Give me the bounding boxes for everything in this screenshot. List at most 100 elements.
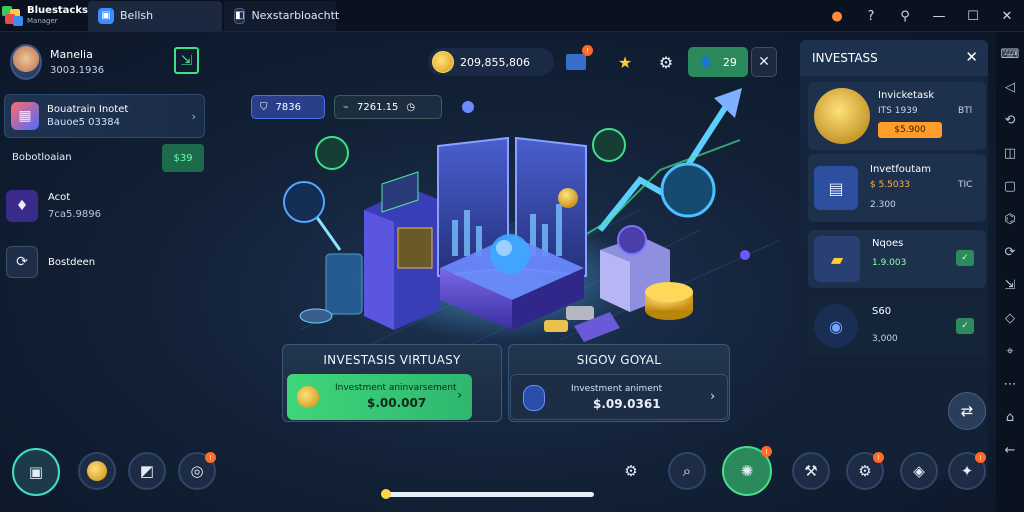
exit-icon[interactable]: ⇲ <box>174 47 199 74</box>
player-id: 3003.1936 <box>50 65 105 76</box>
stat-chip-2-value: 7261.15 <box>357 101 399 113</box>
invest-goyal-button[interactable]: Investment animent $.09.0361 › <box>510 374 728 420</box>
screenshot-icon[interactable]: ◫ <box>1004 143 1016 165</box>
list-item-bostdeen[interactable]: ⟳ Bostdeen <box>6 246 95 278</box>
chevron-right-icon: › <box>710 389 715 403</box>
stats-button[interactable]: ◩ <box>128 452 166 490</box>
panel-title: INVESTASS <box>812 51 878 65</box>
gear-icon[interactable]: ⚙ <box>652 48 680 76</box>
emulator-toolbar: ⌨ ◁ ⟲ ◫ ▢ ⌬ ⟳ ⇲ ◇ ⌖ ⋯ ⌂ ← <box>996 32 1024 512</box>
spark-button[interactable]: ✦! <box>948 452 986 490</box>
mail-icon[interactable]: ! <box>562 45 593 76</box>
section-badge[interactable]: $39 <box>162 144 204 172</box>
offer-card[interactable]: ▦ Bouatrain Inotet Bauoe5 03384 › <box>4 94 205 138</box>
media-icon[interactable]: ▢ <box>1004 176 1016 198</box>
macro-icon[interactable]: ⌬ <box>1004 209 1015 231</box>
sparkle-icon: ✦ <box>960 462 974 480</box>
offer-title: Bouatrain Inotet <box>47 104 129 115</box>
share-icon[interactable]: ⇄ <box>948 392 986 430</box>
gold-coin-icon <box>297 386 319 408</box>
offer-value: Bauoe5 03384 <box>47 117 120 128</box>
coin-balance[interactable]: 209,855,806 <box>428 48 554 76</box>
invest-button-value: $.00.007 <box>367 396 427 410</box>
notification-badge: ! <box>582 45 593 56</box>
cog-icon: ✺ <box>740 462 754 480</box>
missions-button[interactable]: ◎! <box>178 452 216 490</box>
notification-badge: ! <box>975 452 986 463</box>
location-icon[interactable]: ⌖ <box>1006 341 1013 363</box>
check-icon[interactable]: ✓ <box>956 318 974 334</box>
item-title: Invetfoutam <box>870 164 932 175</box>
rotate-icon[interactable]: ⟲ <box>1005 110 1016 132</box>
volume-icon[interactable]: ◁ <box>1005 77 1015 99</box>
clock-icon: ◷ <box>406 101 416 113</box>
check-icon[interactable]: ✓ <box>956 250 974 266</box>
list-item-value: 7ca5.9896 <box>48 209 101 220</box>
shield-icon: ⛉ <box>260 101 268 113</box>
target-icon: ◎ <box>190 462 204 480</box>
home-button[interactable]: ▣ <box>12 448 60 496</box>
item-sub: ITS 1939 <box>878 106 918 116</box>
invest-virtual-button[interactable]: Investment aninvarsement $.00.007 › <box>287 374 472 420</box>
user-icon: 👤 <box>699 55 713 69</box>
document-icon: ▤ <box>814 166 858 210</box>
item-sub: $ 5.5033 <box>870 180 911 190</box>
upgrade-button[interactable]: ⚙! <box>846 452 884 490</box>
coin-stack-icon <box>814 88 870 144</box>
item-value: 2.300 <box>870 200 896 210</box>
gear-icon: ⚙ <box>624 462 638 480</box>
list-item-title: Bostdeen <box>48 256 96 268</box>
back-icon[interactable]: ← <box>1005 440 1016 462</box>
list-item-acot[interactable]: ♦ Acot 7ca5.9896 <box>6 190 101 222</box>
location-button[interactable]: ◈ <box>900 452 938 490</box>
cog-icon: ⚙ <box>858 462 872 480</box>
chevron-right-icon: › <box>191 109 196 123</box>
panel-item-4[interactable]: ◉ S60 3,000 ✓ <box>808 296 986 356</box>
notification-badge: ! <box>761 446 772 457</box>
invest-button-label: Investment animent <box>571 384 663 394</box>
coins-button[interactable] <box>78 452 116 490</box>
search-button[interactable]: ⌕ <box>668 452 706 490</box>
panel-item-3[interactable]: ▰ Nqoes 1.9.003 ✓ <box>808 230 986 288</box>
pin-icon: ◈ <box>913 462 925 480</box>
list-item-title: Acot <box>48 192 71 203</box>
coin-amount: 209,855,806 <box>460 55 530 69</box>
item-title: S60 <box>872 306 892 317</box>
close-icon[interactable]: ✕ <box>965 48 978 66</box>
player-name: Manelia <box>50 48 93 61</box>
keyboard-icon[interactable]: ⌨ <box>1001 44 1020 66</box>
search-icon: ⌕ <box>682 462 692 480</box>
chevron-right-icon: › <box>457 388 462 402</box>
item-title: Nqoes <box>872 238 904 249</box>
stat-chip-2[interactable]: ⌁ 7261.15 ◷ <box>334 95 442 119</box>
stat-chip-1[interactable]: ⛉ 7836 <box>251 95 325 119</box>
more-icon[interactable]: ⋯ <box>1004 374 1017 396</box>
avatar[interactable] <box>10 44 42 80</box>
buy-button[interactable]: $5.900 <box>878 122 942 138</box>
shield-icon <box>523 385 545 411</box>
tools-button[interactable]: ⚒ <box>792 452 830 490</box>
close-button[interactable]: ✕ <box>751 47 777 77</box>
progress-bar[interactable] <box>382 492 594 497</box>
main-action-button[interactable]: ✺! <box>722 446 772 496</box>
invest-button-label: Investment aninvarsement <box>335 383 457 393</box>
item-sub: 1.9.003 <box>872 258 907 268</box>
shake-icon[interactable]: ◇ <box>1005 308 1015 330</box>
settings-button[interactable]: ⚙ <box>612 452 650 490</box>
panel-item-2[interactable]: ▤ Invetfoutam $ 5.5033 2.300 TIC <box>808 154 986 222</box>
panel-item-1[interactable]: Invicketask ITS 1939 BTl <box>808 82 986 150</box>
gold-bars-icon: ▰ <box>814 236 860 282</box>
sync-icon[interactable]: ⟳ <box>1005 242 1016 264</box>
notification-badge: ! <box>873 452 884 463</box>
invest-button-value: $.09.0361 <box>593 397 661 411</box>
star-icon[interactable]: ★ <box>611 48 639 76</box>
chart-icon: ⌁ <box>343 101 350 113</box>
expand-icon[interactable]: ⇲ <box>1005 275 1016 297</box>
home-icon[interactable]: ⌂ <box>1006 407 1014 429</box>
gold-coin-icon <box>432 51 454 73</box>
player-profile[interactable]: Manelia 3003.1936 <box>10 44 104 80</box>
item-title: Invicketask <box>878 90 935 101</box>
cycle-icon: ⟳ <box>6 246 38 278</box>
friends-button[interactable]: 👤 29 <box>688 47 748 77</box>
friends-count: 29 <box>722 55 737 69</box>
